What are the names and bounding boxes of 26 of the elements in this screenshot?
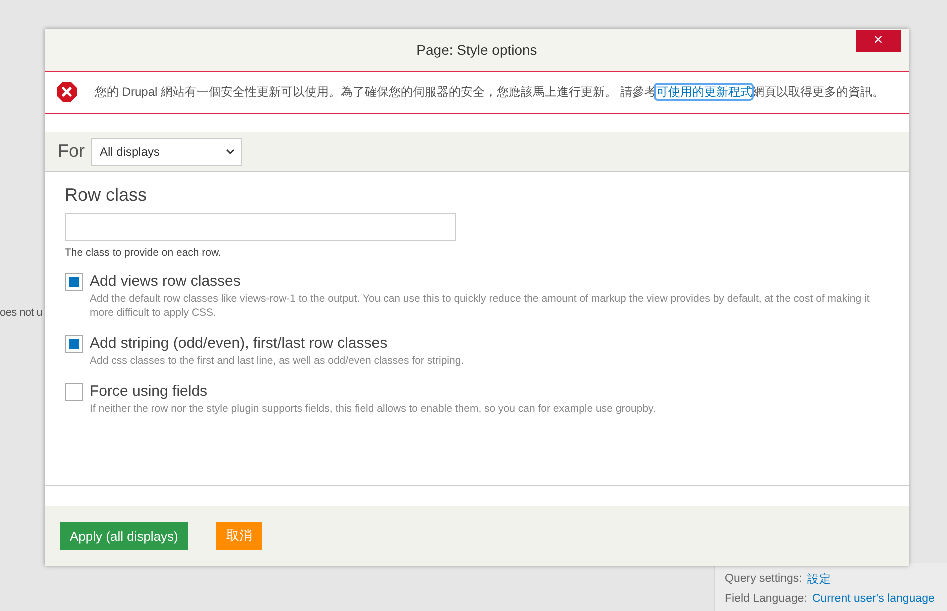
page-text: oes not u: [0, 307, 43, 319]
option-label: Add views row classes: [90, 272, 242, 291]
setting-label: Field Language:: [725, 593, 808, 605]
setting-link[interactable]: 設定: [807, 572, 832, 586]
option-description: If neither the row nor the style plugin supports fields, this field allows to enable them, so you can for example use groupby.: [90, 402, 656, 416]
option-description: Add the default row classes like views-row-1 to the output. You can use this to quickly reduce the amount of markup the view provides by default, at the cost of making it more difficult to apply CSS.: [90, 292, 871, 320]
option-label: Force using fields: [90, 382, 209, 401]
dialog-title: Page: Style options: [416, 42, 538, 58]
apply-button[interactable]: Apply (all displays): [60, 522, 188, 550]
cancel-button[interactable]: 取消: [216, 522, 262, 550]
checkbox[interactable]: [65, 335, 83, 353]
checkbox[interactable]: [65, 273, 83, 291]
checkbox[interactable]: [65, 383, 83, 401]
row-class-label: Row class: [65, 185, 148, 206]
option-description: Add css classes to the first and last line, as well as odd/even classes for striping.: [90, 354, 464, 368]
setting-label: Query settings:: [725, 573, 802, 585]
row-class-field[interactable]: [65, 213, 456, 241]
for-label: For: [58, 141, 85, 162]
setting-link[interactable]: Current user's language: [812, 593, 935, 605]
field-description: The class to provide on each row.: [65, 247, 222, 259]
caret-icon: [226, 148, 235, 154]
option-label: Add striping (odd/even), first/last row classes: [90, 334, 389, 353]
display-select[interactable]: All displays: [91, 138, 242, 166]
error-icon: [56, 81, 78, 103]
updates-link[interactable]: 可使用的更新程式: [656, 84, 752, 98]
close-button[interactable]: ×: [856, 30, 901, 52]
